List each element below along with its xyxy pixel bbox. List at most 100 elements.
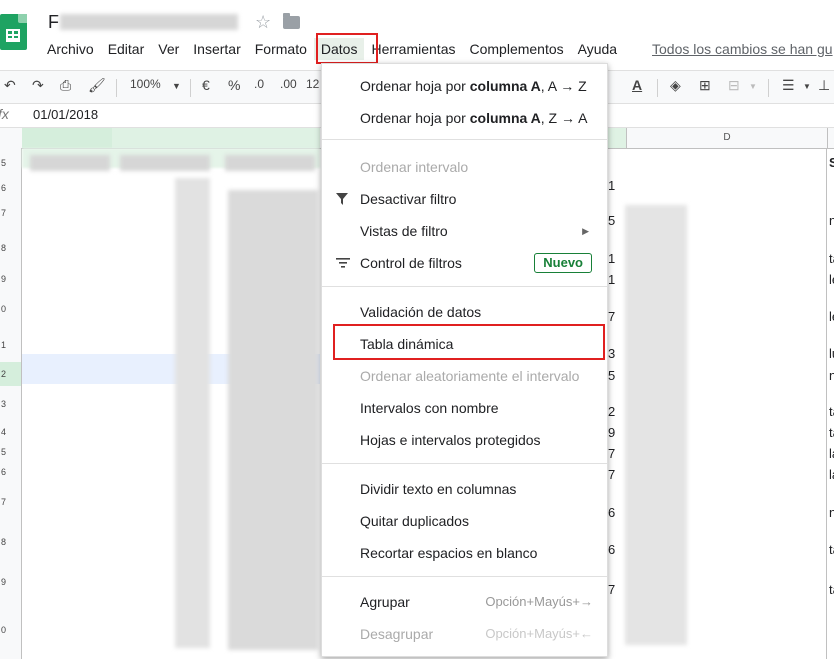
more-formats-button[interactable]: 12 [306,77,319,91]
fill-color-icon[interactable]: ◈ [670,77,681,94]
cell-value: n [829,368,834,383]
menu-item-remove-duplicates[interactable]: Quitar duplicados [322,506,607,536]
row-header[interactable]: 4 [0,422,22,442]
cell-value: le [829,309,834,324]
chevron-down-icon[interactable]: ▼ [749,82,757,91]
row-header[interactable]: 9 [0,562,22,602]
cell-value: n [829,213,834,228]
chevron-down-icon[interactable]: ▼ [803,82,811,91]
blurred-column [228,190,318,650]
paint-format-icon[interactable]: 🖌 [88,77,106,94]
cell-value: ta [829,425,834,440]
formula-input[interactable]: 01/01/2018 [33,107,98,122]
cell-value: 1 [608,272,616,287]
decrease-decimals-button[interactable]: .0 [254,77,264,91]
menu-formato[interactable]: Formato [248,38,314,60]
row-header[interactable]: 8 [0,522,22,562]
menu-item-ungroup: Desagrupar Opción+Mayús+← [322,619,607,649]
borders-icon[interactable]: ⊞ [699,77,711,94]
menu-item-filter-views[interactable]: Vistas de filtro ▶ [322,216,607,246]
cell-value: 5 [608,213,616,228]
filter-icon [336,193,348,205]
merge-cells-icon[interactable]: ⊟ [728,77,740,94]
row-header[interactable]: 5 [0,442,22,462]
row-header[interactable]: 6 [0,462,22,482]
blurred-column [625,205,687,645]
row-header[interactable]: 8 [0,228,22,268]
currency-button[interactable]: € [202,77,210,93]
save-status-link[interactable]: Todos los cambios se han gu [652,41,833,57]
menu-item-split-text[interactable]: Dividir texto en columnas [322,474,607,504]
menu-item-sort-z-a[interactable]: Ordenar hoja por columna A, Z → A [322,103,607,133]
cell-value: 7 [608,446,616,461]
menu-item-protected-sheets[interactable]: Hojas e intervalos protegidos [322,425,607,455]
cell-value: 2 [608,404,616,419]
row-header[interactable]: 6 [0,178,22,198]
submenu-arrow-icon: ▶ [582,226,589,236]
folder-icon[interactable] [283,13,300,29]
menu-item-group[interactable]: Agrupar Opción+Mayús+→ [322,587,607,617]
document-title-blurred [60,14,238,30]
increase-decimals-button[interactable]: .00 [280,77,297,91]
align-icon[interactable]: ☰ [782,77,795,94]
row-header[interactable]: 9 [0,268,22,290]
blurred-cell [225,155,315,171]
cell-value: 5 [608,368,616,383]
row-header[interactable]: 1 [0,328,22,362]
row-header[interactable]: 7 [0,482,22,522]
cell-value: 3 [608,346,616,361]
cell-value: S [829,155,834,170]
redo-icon[interactable]: ↷ [32,77,44,94]
row-header-selected[interactable]: 2 [0,362,22,386]
menu-item-sort-a-z[interactable]: Ordenar hoja por columna A, A → Z [322,71,607,101]
cell-value: lu [829,346,834,361]
cell-value: 7 [608,309,616,324]
column-header-d[interactable]: D [626,128,828,148]
zoom-select[interactable]: 100% [130,77,161,91]
text-color-icon[interactable]: A [632,77,642,93]
column-header-c[interactable] [608,128,626,148]
row-header[interactable]: 0 [0,290,22,328]
menu-editar[interactable]: Editar [101,38,152,60]
menu-item-trim-whitespace[interactable]: Recortar espacios en blanco [322,538,607,568]
shortcut-label: Opción+Mayús+→ [485,594,593,609]
cell-value: ta [829,582,834,597]
cell-value: 7 [608,582,616,597]
sheets-logo[interactable] [0,14,27,50]
document-title[interactable]: F [48,12,59,33]
print-icon[interactable]: ⎙ [60,77,71,94]
chevron-down-icon[interactable]: ▼ [172,81,181,91]
row-header[interactable]: 0 [0,602,22,659]
menu-archivo[interactable]: Archivo [40,38,101,60]
cell-value: le [829,272,834,287]
row-header[interactable]: 3 [0,386,22,422]
percent-button[interactable]: % [228,77,240,93]
star-icon[interactable]: ☆ [255,12,271,33]
cell-value: la [829,446,834,461]
blurred-cell [30,155,110,171]
cell-value: ta [829,251,834,266]
menu-complementos[interactable]: Complementos [462,38,570,60]
menu-insertar[interactable]: Insertar [186,38,247,60]
menu-herramientas[interactable]: Herramientas [364,38,462,60]
menu-item-slicer[interactable]: Control de filtros Nuevo [322,248,607,278]
new-badge: Nuevo [534,253,592,273]
cell-value: 6 [608,505,616,520]
undo-icon[interactable]: ↶ [4,77,16,94]
cell-value: ta [829,542,834,557]
menu-item-data-validation[interactable]: Validación de datos [322,297,607,327]
cell-value: ta [829,404,834,419]
menu-item-randomize-range: Ordenar aleatoriamente el intervalo [360,368,580,384]
menu-ver[interactable]: Ver [151,38,186,60]
slicer-icon [336,258,350,268]
row-header[interactable]: 7 [0,198,22,228]
menu-item-named-ranges[interactable]: Intervalos con nombre [322,393,607,423]
column-header-a[interactable] [22,128,112,148]
valign-icon[interactable]: ⊥ [818,77,830,94]
menu-item-disable-filter[interactable]: Desactivar filtro [322,184,607,214]
row-header[interactable]: 5 [0,148,22,178]
blurred-cell [120,155,210,171]
shortcut-label: Opción+Mayús+← [485,626,593,641]
menu-ayuda[interactable]: Ayuda [571,38,624,60]
column-header-b[interactable] [112,128,320,148]
